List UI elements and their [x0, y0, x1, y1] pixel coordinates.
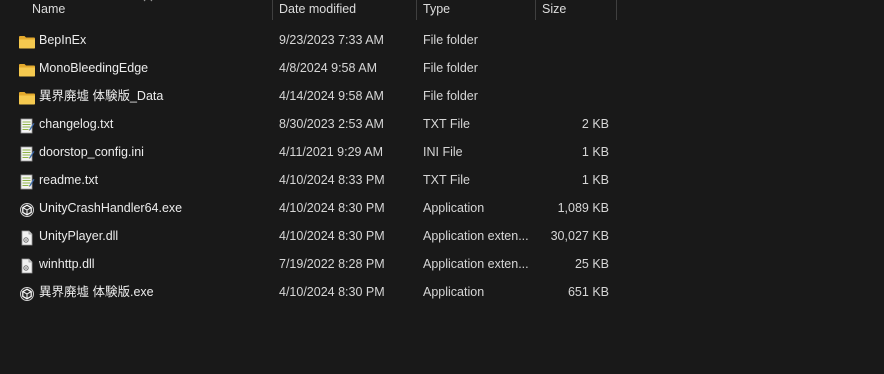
column-header-date[interactable]: Date modified [273, 0, 416, 20]
file-type: File folder [423, 33, 478, 47]
file-name: UnityPlayer.dll [39, 229, 119, 243]
file-size: 1 KB [581, 145, 609, 159]
file-row[interactable]: doorstop_config.ini 4/11/2021 9:29 AM INI … [0, 138, 884, 166]
file-size: 1 KB [581, 173, 609, 187]
file-date-modified: 4/10/2024 8:30 PM [279, 285, 385, 299]
folder-icon [18, 60, 36, 77]
file-size: 25 KB [574, 257, 609, 271]
file-date-modified: 4/10/2024 8:33 PM [279, 173, 385, 187]
column-header-size-label: Size [542, 2, 567, 16]
file-type: File folder [423, 89, 478, 103]
file-row[interactable]: MonoBleedingEdge 4/8/2024 9:58 AM File fol… [0, 54, 884, 82]
file-name: UnityCrashHandler64.exe [39, 201, 183, 215]
file-type: Application [423, 201, 485, 215]
folder-icon [18, 88, 36, 105]
file-date-modified: 4/11/2021 9:29 AM [279, 145, 384, 159]
file-size: 2 KB [581, 117, 609, 131]
file-date-modified: 4/8/2024 9:58 AM [279, 61, 377, 75]
file-date-modified: 8/30/2023 2:53 AM [279, 117, 384, 131]
file-rows: BepInEx 9/23/2023 7:33 AM File folder Mono… [0, 26, 884, 306]
file-type: TXT File [423, 117, 470, 131]
column-header-name-label: Name [32, 2, 66, 16]
unity-app-icon [18, 200, 36, 217]
file-type: Application exten... [423, 229, 529, 243]
column-header-name[interactable]: Name [0, 0, 272, 20]
file-row[interactable]: UnityPlayer.dll 4/10/2024 8:30 PM Applicat… [0, 222, 884, 250]
file-type: INI File [423, 145, 463, 159]
file-size: 1,089 KB [557, 201, 609, 215]
file-type: Application exten... [423, 257, 529, 271]
file-size: 30,027 KB [550, 229, 609, 243]
file-row[interactable]: 異界廃墟 体験版.exe 4/10/2024 8:30 PM Application… [0, 278, 884, 306]
file-row[interactable]: UnityCrashHandler64.exe 4/10/2024 8:30 PM… [0, 194, 884, 222]
file-date-modified: 7/19/2022 8:28 PM [279, 257, 385, 271]
file-row[interactable]: readme.txt 4/10/2024 8:33 PM TXT File 1 KB [0, 166, 884, 194]
file-type: Application [423, 285, 485, 299]
column-divider[interactable] [616, 0, 617, 20]
file-name: readme.txt [39, 173, 99, 187]
file-size: 651 KB [567, 285, 609, 299]
file-name: doorstop_config.ini [39, 145, 144, 159]
unity-app-icon [18, 284, 36, 301]
file-row[interactable]: winhttp.dll 7/19/2022 8:28 PM Application … [0, 250, 884, 278]
column-header-bar: Name Date modified Type Size [0, 0, 884, 22]
file-date-modified: 4/10/2024 8:30 PM [279, 229, 385, 243]
file-row[interactable]: BepInEx 9/23/2023 7:33 AM File folder [0, 26, 884, 54]
file-date-modified: 4/10/2024 8:30 PM [279, 201, 385, 215]
file-row[interactable]: 異界廃墟 体験版_Data 4/14/2024 9:58 AM File folde… [0, 82, 884, 110]
file-name: 異界廃墟 体験版_Data [39, 89, 164, 103]
dll-file-icon [18, 256, 36, 274]
column-header-date-label: Date modified [279, 2, 357, 16]
file-list-view: Name Date modified Type Size BepInEx 9/23… [0, 0, 884, 374]
text-file-icon [18, 172, 36, 190]
file-name: MonoBleedingEdge [39, 61, 149, 75]
column-header-type-label: Type [423, 2, 451, 16]
column-header-type[interactable]: Type [417, 0, 535, 20]
file-date-modified: 4/14/2024 9:58 AM [279, 89, 384, 103]
file-name: winhttp.dll [39, 257, 95, 271]
file-row[interactable]: changelog.txt 8/30/2023 2:53 AM TXT File 2 … [0, 110, 884, 138]
file-date-modified: 9/23/2023 7:33 AM [279, 33, 384, 47]
text-file-icon [18, 144, 36, 162]
text-file-icon [18, 116, 36, 134]
dll-file-icon [18, 228, 36, 246]
folder-icon [18, 32, 36, 49]
file-type: File folder [423, 61, 478, 75]
column-header-size[interactable]: Size [536, 0, 616, 20]
file-name: 異界廃墟 体験版.exe [39, 285, 154, 299]
file-type: TXT File [423, 173, 470, 187]
file-name: changelog.txt [39, 117, 114, 131]
file-name: BepInEx [39, 33, 87, 47]
